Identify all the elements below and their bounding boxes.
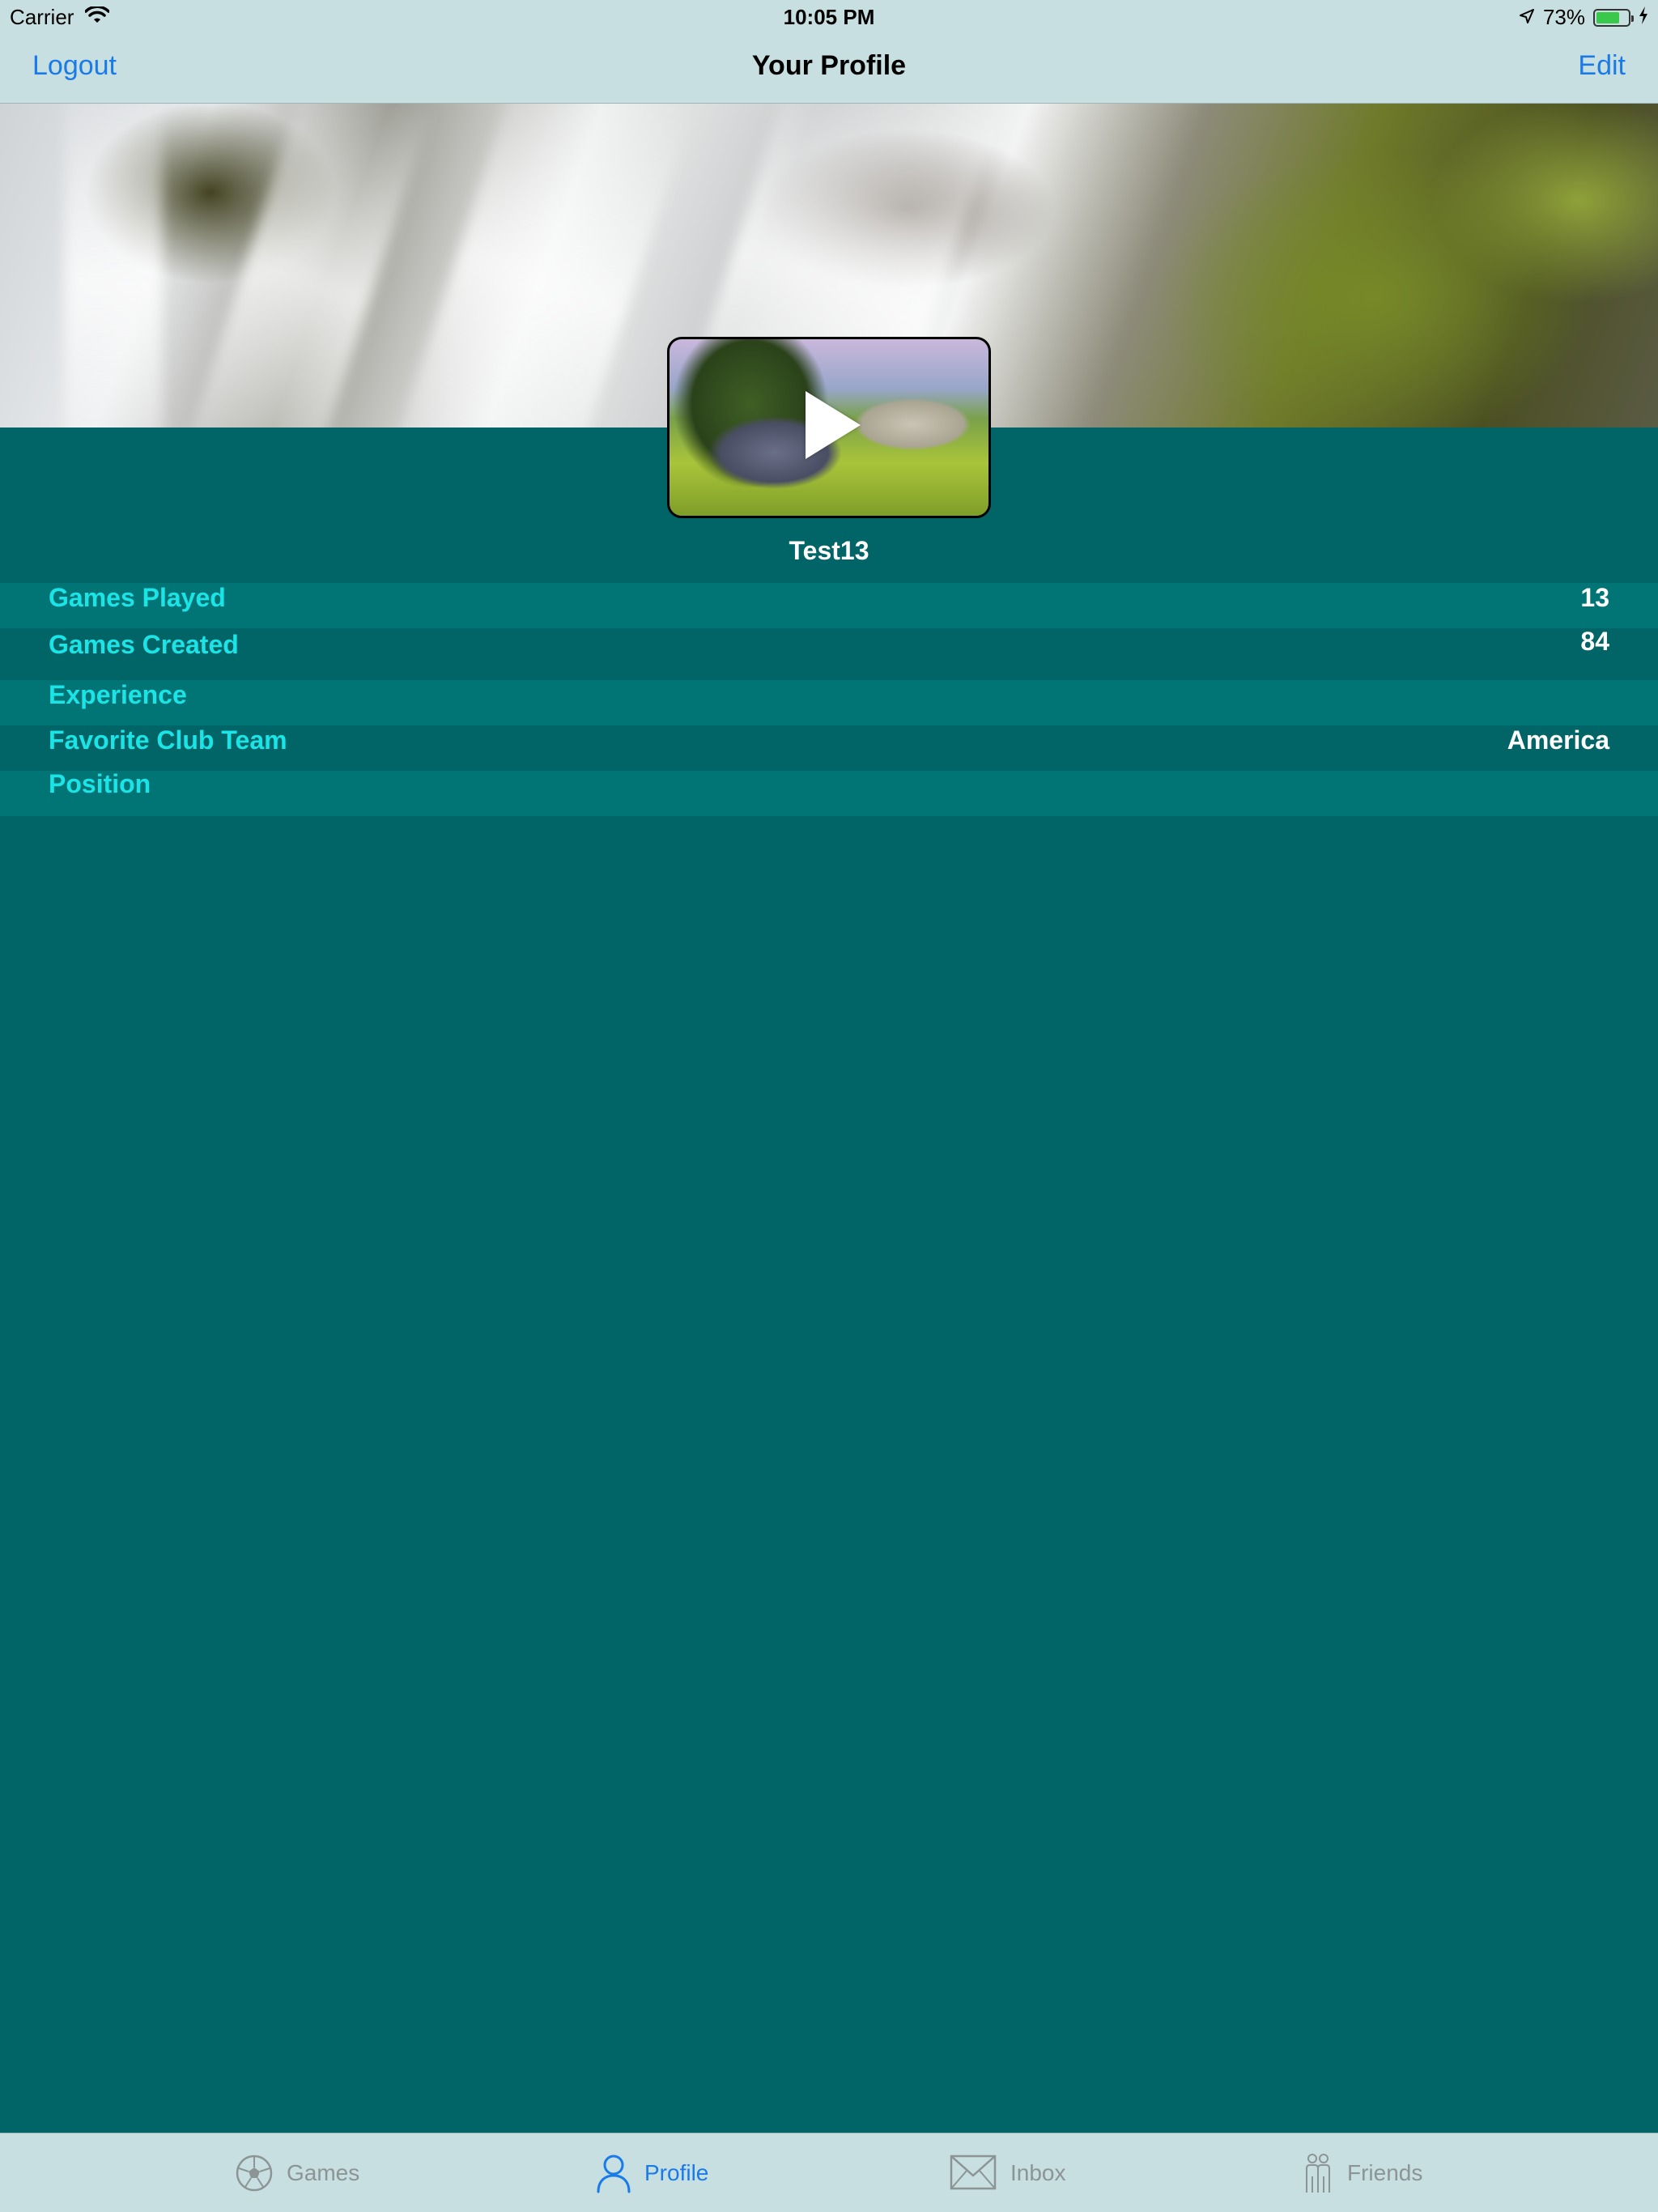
stat-row-experience: Experience [0, 680, 1658, 725]
stat-value: 13 [1580, 583, 1609, 612]
waterfall-streak [65, 104, 162, 428]
status-time: 10:05 PM [783, 5, 875, 29]
battery-percent: 73% [1542, 5, 1585, 29]
navigation-bar: Logout Your Profile Edit [0, 32, 1658, 104]
username: Test13 [789, 536, 869, 565]
envelope-icon [949, 2153, 997, 2193]
stat-row-games-created: Games Created 84 [0, 627, 1658, 680]
stat-label: Games Created [49, 630, 239, 659]
stat-row-games-played: Games Played 13 [0, 583, 1658, 628]
stat-value: America [1507, 725, 1609, 755]
stat-value: 84 [1580, 627, 1609, 656]
stat-label: Position [49, 769, 151, 798]
tab-label: Games [287, 2160, 360, 2185]
tab-label: Inbox [1010, 2160, 1066, 2185]
tab-label: Friends [1347, 2160, 1423, 2185]
battery-icon [1593, 8, 1634, 27]
status-right: 73% [1519, 5, 1648, 30]
tab-games[interactable]: Games [235, 2133, 359, 2212]
charging-bolt-icon [1639, 5, 1648, 30]
waterfall-streak [393, 104, 692, 428]
waterfall-streak [181, 104, 435, 428]
stat-label: Favorite Club Team [49, 725, 287, 755]
edit-button[interactable]: Edit [1578, 50, 1626, 82]
battery-level-fill [1596, 11, 1619, 23]
friends-icon [1302, 2152, 1334, 2194]
status-bar: Carrier 10:05 PM 73% [0, 0, 1658, 32]
person-icon [596, 2153, 631, 2193]
tab-bar: Games Profile Inbox Friends [0, 2133, 1658, 2212]
tab-friends[interactable]: Friends [1302, 2133, 1422, 2212]
tab-inbox[interactable]: Inbox [949, 2133, 1066, 2212]
profile-video-thumbnail[interactable] [667, 337, 991, 518]
play-icon [806, 391, 861, 459]
soccer-ball-icon [235, 2154, 274, 2193]
location-arrow-icon [1519, 5, 1535, 30]
tab-profile[interactable]: Profile [596, 2133, 708, 2212]
stat-label: Games Played [49, 583, 226, 612]
stat-row-favorite-club-team: Favorite Club Team America [0, 725, 1658, 771]
page-title: Your Profile [751, 50, 907, 81]
stat-row-position: Position [0, 769, 1658, 816]
tab-label: Profile [644, 2160, 709, 2185]
stat-label: Experience [49, 680, 187, 709]
